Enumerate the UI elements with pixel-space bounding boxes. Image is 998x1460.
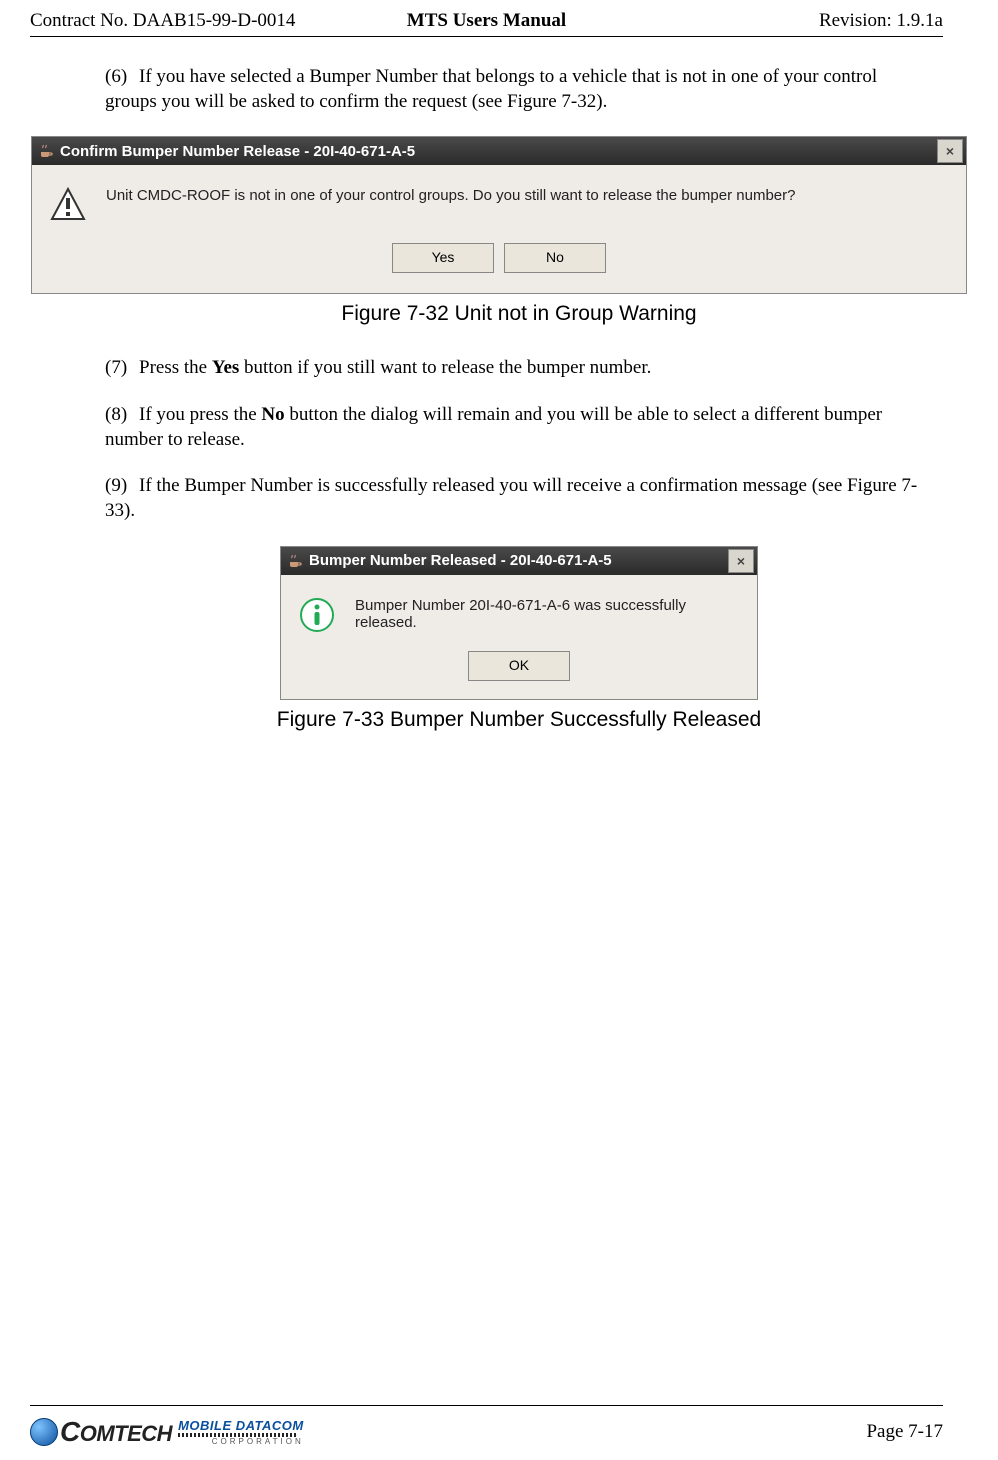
java-icon [287,553,303,569]
step-9-text: If the Bumper Number is successfully rel… [105,475,917,521]
figure-7-32-caption: Figure 7-32 Unit not in Group Warning [105,302,933,326]
warning-icon [50,187,86,223]
ok-button[interactable]: OK [468,651,570,681]
step-8-bold: No [261,404,284,425]
page-number: Page 7-17 [866,1421,943,1443]
logo-text-omtech: COMTECH [60,1416,172,1448]
step-8-pre: If you press the [139,404,261,425]
dialog1-titlebar: Confirm Bumper Number Release - 20I-40-6… [32,137,966,165]
dialog1-message: Unit CMDC-ROOF is not in one of your con… [106,187,948,204]
step-9-number: (9) [105,474,139,499]
dialog1-title: Confirm Bumper Number Release - 20I-40-6… [60,143,415,160]
logo-text-mdc: MOBILE DATACOM [178,1419,304,1432]
footer-rule [30,1405,943,1406]
dialog2-title: Bumper Number Released - 20I-40-671-A-5 [309,552,612,569]
dialog2-close-button[interactable]: × [728,549,754,573]
step-7-number: (7) [105,356,139,381]
java-icon [38,143,54,159]
dialog1-close-button[interactable]: × [937,139,963,163]
step-8: (8)If you press the No button the dialog… [105,403,933,452]
logo-text-corp: CORPORATION [178,1438,304,1446]
step-7: (7)Press the Yes button if you still wan… [105,356,933,381]
dialog2-message: Bumper Number 20I-40-671-A-6 was success… [355,597,739,631]
figure-7-33-caption: Figure 7-33 Bumper Number Successfully R… [105,708,933,732]
no-button[interactable]: No [504,243,606,273]
step-7-bold: Yes [212,357,239,378]
released-confirmation-dialog: Bumper Number Released - 20I-40-671-A-5 … [280,546,758,700]
confirm-release-dialog: Confirm Bumper Number Release - 20I-40-6… [31,136,967,294]
globe-icon [30,1418,58,1446]
step-9: (9)If the Bumper Number is successfully … [105,474,933,523]
yes-button[interactable]: Yes [392,243,494,273]
step-7-pre: Press the [139,357,212,378]
header-revision: Revision: 1.9.1a [639,10,943,32]
header-title: MTS Users Manual [334,10,638,32]
step-6: (6)If you have selected a Bumper Number … [105,65,933,114]
close-icon: × [737,553,745,569]
page-content: (6)If you have selected a Bumper Number … [0,37,998,732]
company-logo: COMTECH MOBILE DATACOM CORPORATION [30,1416,304,1448]
logo-stripes [178,1433,298,1437]
step-7-post: button if you still want to release the … [239,357,651,378]
header-contract: Contract No. DAAB15-99-D-0014 [30,10,334,32]
page-footer: COMTECH MOBILE DATACOM CORPORATION Page … [0,1405,998,1460]
step-8-number: (8) [105,403,139,428]
dialog2-titlebar: Bumper Number Released - 20I-40-671-A-5 … [281,547,757,575]
info-icon [299,597,335,633]
step-6-number: (6) [105,65,139,90]
step-6-text: If you have selected a Bumper Number tha… [105,66,877,112]
close-icon: × [946,143,954,159]
page-header: Contract No. DAAB15-99-D-0014 MTS Users … [0,0,998,36]
